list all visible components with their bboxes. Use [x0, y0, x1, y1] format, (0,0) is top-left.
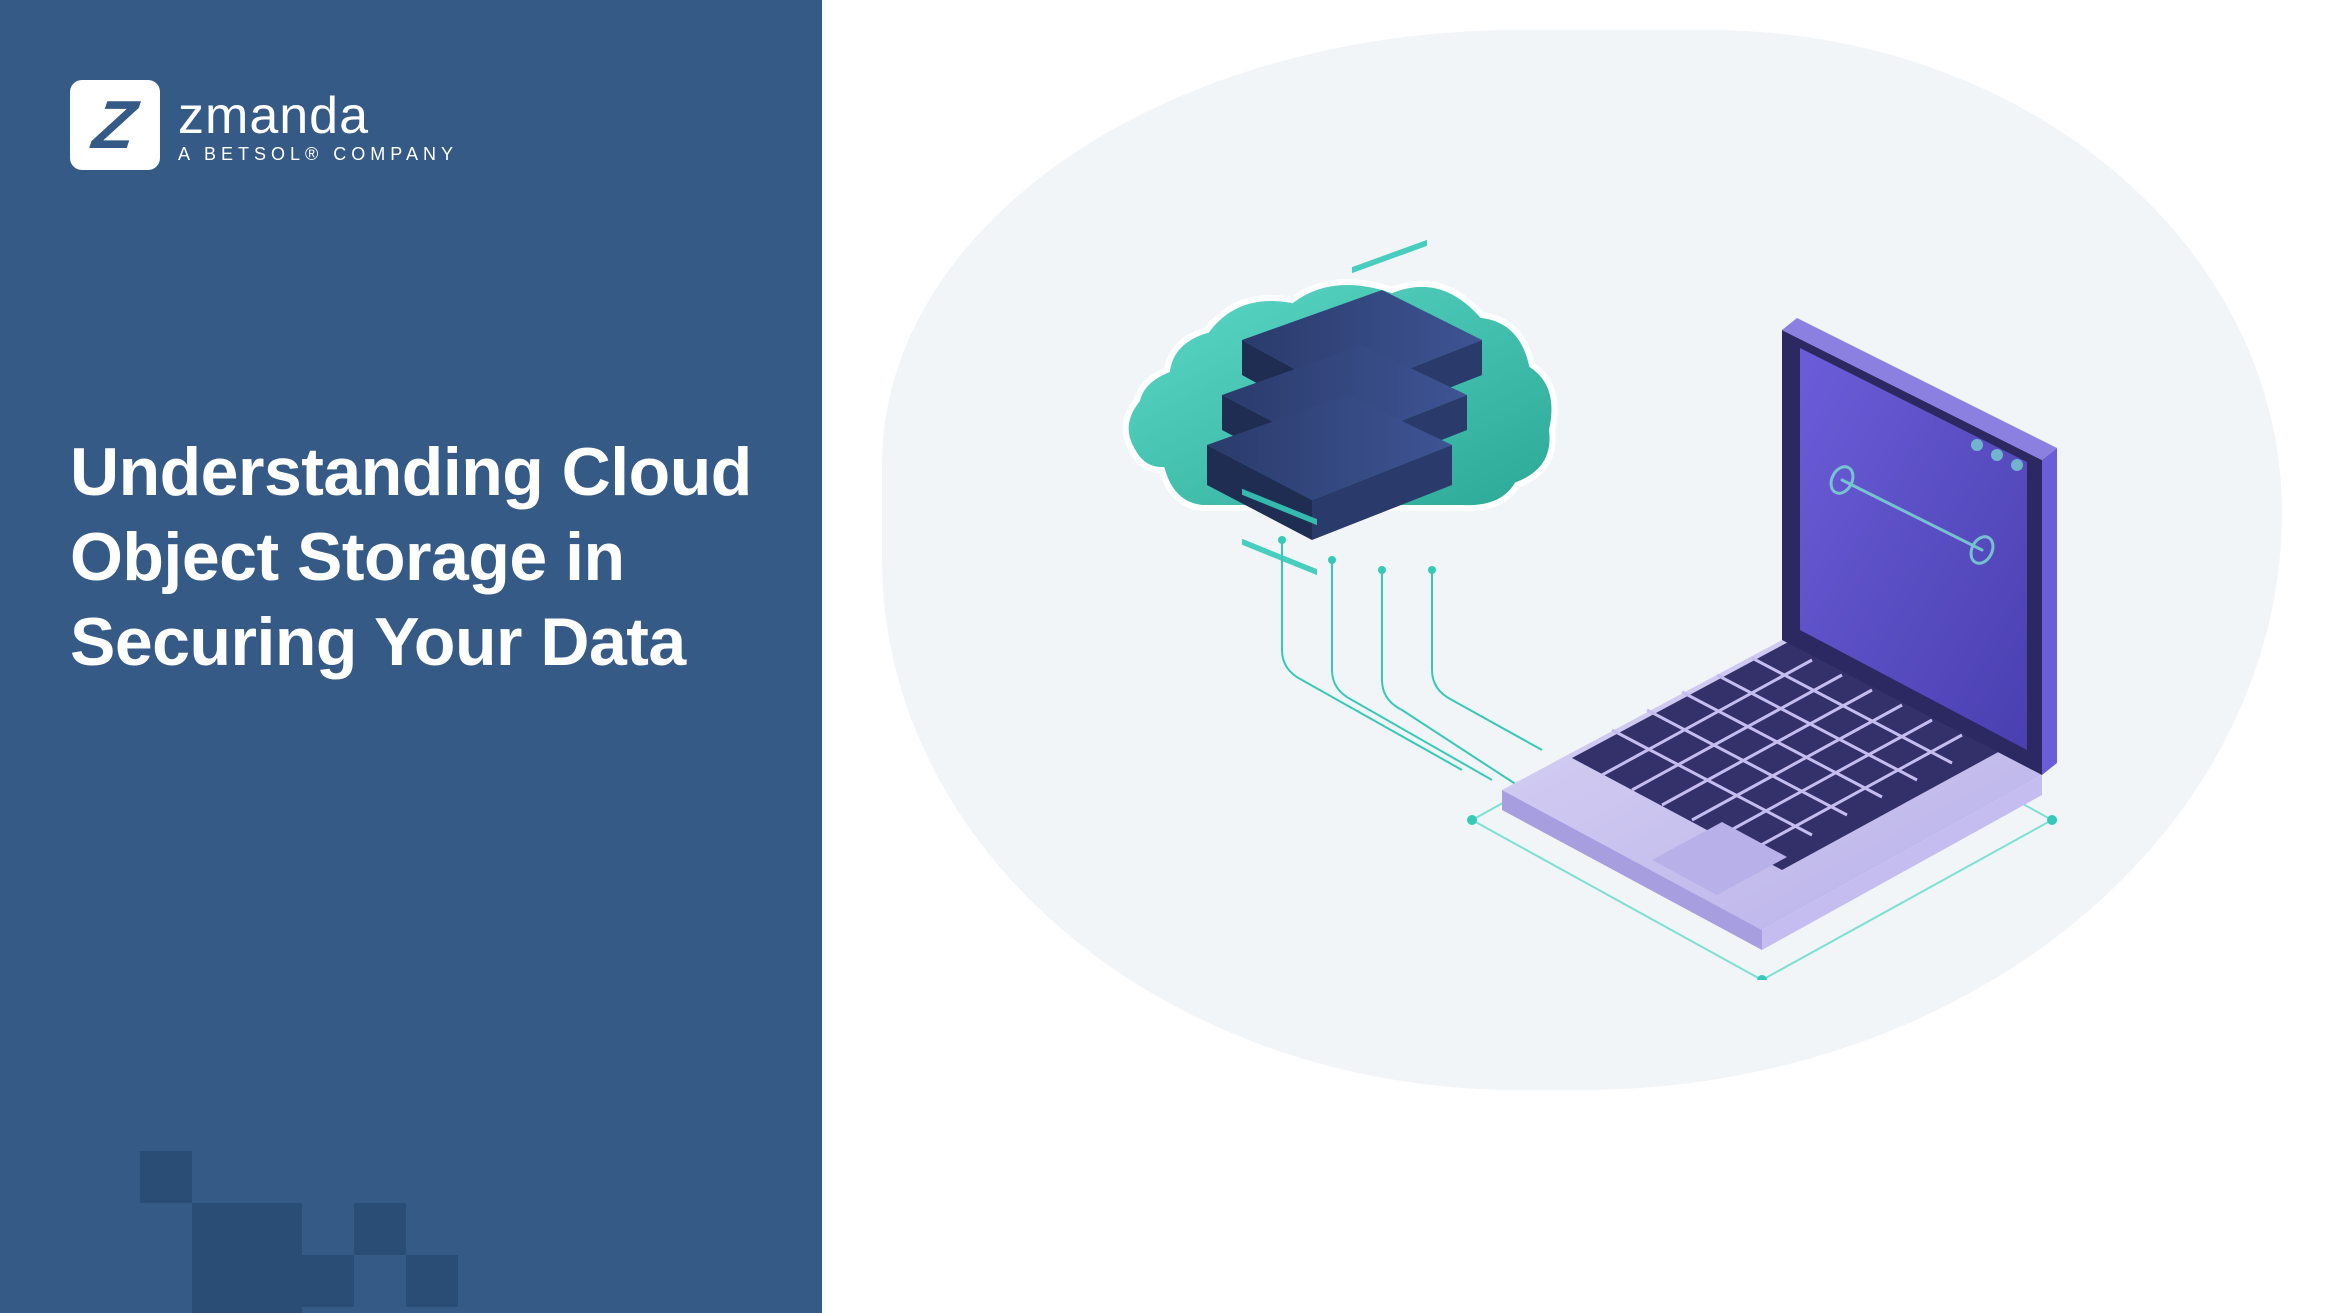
- logo-icon: Z: [70, 80, 160, 170]
- logo-name: zmanda: [178, 86, 458, 146]
- deco-square: [354, 1203, 406, 1255]
- deco-square: [192, 1203, 302, 1313]
- right-area: [822, 0, 2334, 1313]
- laptop-icon: [1502, 318, 2057, 950]
- cloud-storage-icon: [1126, 230, 1555, 575]
- connection-wires: [1278, 536, 1542, 785]
- logo-text: zmanda A BETSOL® COMPANY: [178, 86, 458, 165]
- logo-z-glyph: Z: [89, 91, 140, 159]
- deco-square: [406, 1255, 458, 1307]
- deco-square: [302, 1255, 354, 1307]
- logo-tagline: A BETSOL® COMPANY: [178, 144, 458, 165]
- cloud-laptop-illustration: [1042, 230, 2142, 980]
- left-panel: Z zmanda A BETSOL® COMPANY Understanding…: [0, 0, 822, 1313]
- deco-square: [140, 1151, 192, 1203]
- headline: Understanding Cloud Object Storage in Se…: [70, 430, 752, 685]
- logo: Z zmanda A BETSOL® COMPANY: [70, 80, 752, 170]
